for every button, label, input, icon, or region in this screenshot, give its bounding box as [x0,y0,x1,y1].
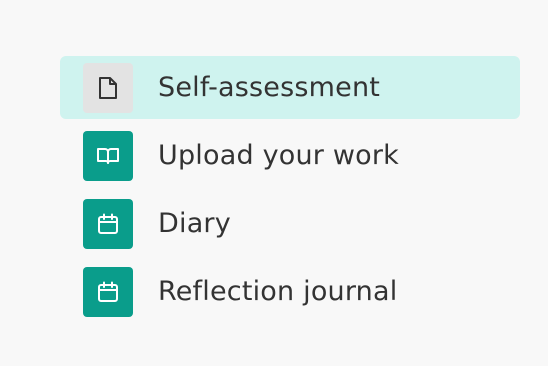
calendar-icon [83,198,133,249]
menu-item-label: Upload your work [158,140,400,171]
menu-item-diary[interactable]: Diary [60,192,520,255]
menu-item-label: Reflection journal [158,276,398,307]
calendar-icon [83,266,133,317]
menu-item-label: Self-assessment [158,72,381,103]
menu-item-self-assessment[interactable]: Self-assessment [60,56,520,119]
document-icon [83,62,133,113]
menu-item-label: Diary [158,208,231,239]
book-open-icon [83,130,133,181]
activity-menu: Self-assessment Upload your work Diary R… [60,56,520,328]
menu-item-upload-your-work[interactable]: Upload your work [60,124,520,187]
menu-item-reflection-journal[interactable]: Reflection journal [60,260,520,323]
